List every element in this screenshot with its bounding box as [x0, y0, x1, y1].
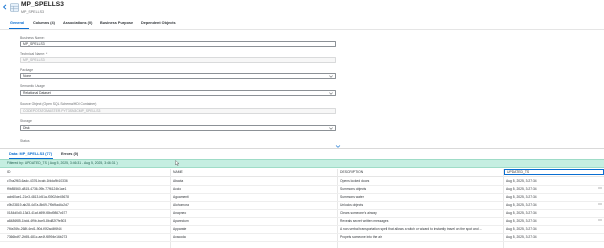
cell-description: Summons water — [340, 194, 364, 199]
cell-updated-ts: Aug 5, 2025, 3:27:34 — [506, 210, 537, 215]
table-object-icon — [10, 3, 19, 12]
filter-text: Filtered by: UPDATED_TS ( Aug 5, 2025, 3… — [7, 161, 118, 165]
column-header-id[interactable]: ID — [7, 170, 10, 174]
cell-updated-ts: Aug 5, 2025, 3:27:34 — [506, 218, 537, 223]
package-value: None — [23, 74, 32, 78]
scrollbar-marker[interactable] — [598, 187, 602, 189]
cell-description: Propels someone into the air — [340, 234, 382, 239]
cell-updated-ts: Aug 5, 2025, 3:27:34 — [506, 178, 537, 183]
cell-description: Summons objects — [340, 186, 367, 191]
chevron-down-icon — [329, 92, 333, 95]
semantic-usage-value: Relational Dataset — [23, 91, 51, 95]
mouse-cursor-icon — [175, 160, 180, 166]
cell-id: 7366bdf7-2b55-481c-ae4f-f8994e16b273 — [7, 234, 68, 239]
business-name-field[interactable]: MP_SPELLS3 — [20, 41, 336, 47]
storage-select[interactable]: Disk — [20, 125, 336, 131]
table-header: ID NAME DESCRIPTION UPDATED_TS — [0, 169, 604, 177]
cell-name: Anapneo — [173, 210, 187, 215]
cell-updated-ts: Aug 5, 2025, 3:27:34 — [506, 202, 537, 207]
cell-description: A non-verbal transportation spell that a… — [340, 226, 483, 231]
filter-info-bar: Filtered by: UPDATED_TS ( Aug 5, 2025, 3… — [0, 159, 604, 168]
splitter-divider[interactable] — [0, 147, 604, 149]
chevron-down-icon — [329, 75, 333, 78]
tab-data[interactable]: Data: MP_SPELLS3 (77) — [9, 152, 52, 156]
tab-columns[interactable]: Columns (4) — [33, 21, 55, 25]
back-arrow-icon[interactable] — [2, 4, 8, 10]
cell-updated-ts: Aug 5, 2025, 3:27:34 — [506, 194, 537, 199]
cell-updated-ts: Aug 5, 2025, 3:27:34 — [506, 186, 537, 191]
active-tab-indicator — [9, 27, 29, 29]
object-header: MP_SPELLS3 MP_SPELLS3 — [0, 0, 604, 20]
storage-label: Storage — [20, 119, 32, 123]
source-object-field: CODEPOTATOMASTER.PYT3SN3CMP_SPELLS3 — [20, 108, 336, 114]
tab-business-purpose[interactable]: Business Purpose — [100, 21, 133, 25]
column-header-updated-ts[interactable]: UPDATED_TS — [504, 169, 604, 175]
semantic-usage-label: Semantic Usage — [20, 84, 45, 88]
cell-id: a8486f85-1bdd-4f9b-bce5-8bd82f7fe503 — [7, 218, 67, 223]
cell-name: Alohomora — [173, 202, 189, 207]
page-title: MP_SPELLS3 — [21, 1, 64, 8]
scrollbar-marker[interactable] — [598, 203, 602, 205]
package-label: Package — [20, 68, 34, 72]
cell-name: Apparate — [173, 226, 187, 231]
column-header-description[interactable]: DESCRIPTION — [340, 170, 363, 174]
scrollbar-marker[interactable] — [598, 219, 602, 221]
cell-name: Aparecium — [173, 218, 189, 223]
cell-id: f9b85560-d815-4736-09b-77f6124b1ae1 — [7, 186, 67, 191]
collapse-splitter-icon[interactable] — [335, 145, 341, 148]
semantic-usage-select[interactable]: Relational Dataset — [20, 90, 336, 96]
cell-description: Opens locked doors — [340, 178, 370, 183]
cell-name: Aguamenti — [173, 194, 189, 199]
business-name-label: Business Name: — [20, 36, 45, 40]
tab-general[interactable]: General — [10, 21, 24, 25]
chevron-down-icon — [329, 127, 333, 130]
technical-name-field: MP_SPELLS3 — [20, 57, 336, 63]
cell-name: Abacta — [173, 178, 184, 183]
tab-associations[interactable]: Associations (0) — [63, 21, 92, 25]
cell-name: Avacoda — [173, 234, 186, 239]
table-row[interactable]: 7366bdf7-2b55-481c-ae4f-f8994e16b273 Ava… — [0, 233, 604, 242]
column-header-name[interactable]: NAME — [173, 170, 183, 174]
page-subtitle: MP_SPELLS3 — [21, 10, 44, 14]
cell-description: Reveals secret written messages — [340, 218, 389, 223]
cell-description: Unlocks objects — [340, 202, 364, 207]
cell-id: acb60ae1-21e3-4813-b51a-f3902de45678 — [7, 194, 69, 199]
cell-id: c9b23819-ab28-4d7a-8b69-7f9d9ad4c2d7 — [7, 202, 69, 207]
tab-errors[interactable]: Errors (0) — [61, 152, 78, 156]
cell-id: 0184d0d0-13d3-41af-b59f-f8bd9867c677 — [7, 210, 68, 215]
cell-name: Accio — [173, 186, 182, 191]
detail-tabs: General Columns (4) Associations (0) Bus… — [0, 19, 604, 30]
package-select[interactable]: None — [20, 73, 336, 79]
cell-description: Clears someone's airway — [340, 210, 377, 215]
cell-id: c7ba2f63-6adc-4376-bcab-1fdda9b10336 — [7, 178, 68, 183]
cell-updated-ts: Aug 5, 2025, 3:27:34 — [506, 226, 537, 231]
tab-dependent-objects[interactable]: Dependent Objects — [141, 21, 176, 25]
cell-id: 7f4e26fc-268f-4ed1-90d-f0f2ad4f6f44 — [7, 226, 62, 231]
source-object-label: Source Object (Open SQL Schema/HDI Conta… — [20, 102, 97, 106]
cell-updated-ts: Aug 5, 2025, 3:27:34 — [506, 234, 537, 239]
technical-name-label: Technical Name: * — [20, 52, 48, 56]
storage-value: Disk — [23, 126, 30, 130]
status-label: Status — [20, 139, 30, 143]
